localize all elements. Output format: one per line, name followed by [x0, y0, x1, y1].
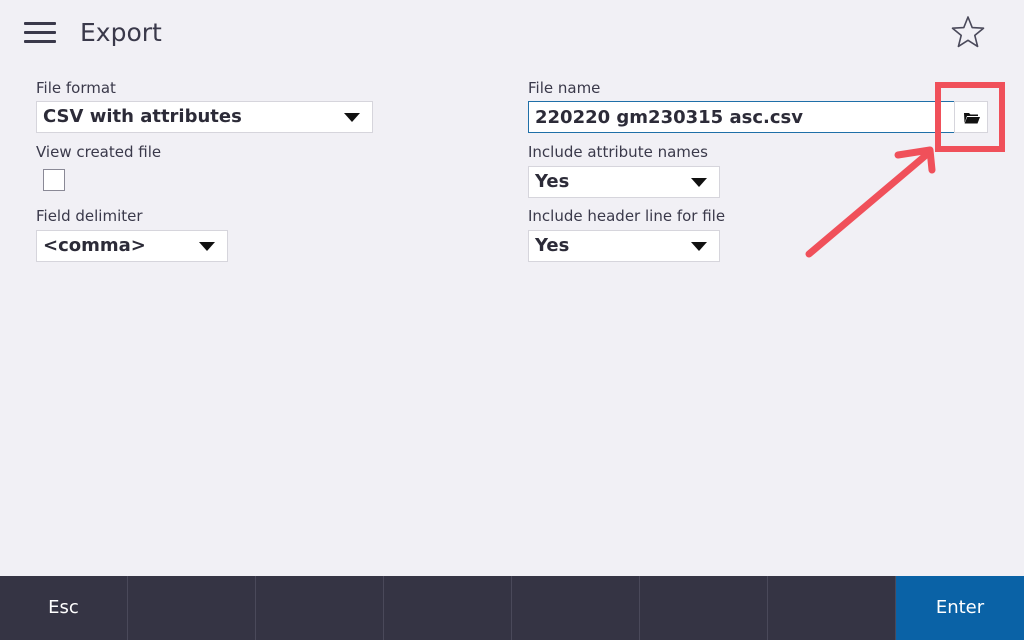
view-created-file-checkbox[interactable] [43, 169, 65, 191]
include-header-line-label: Include header line for file [528, 207, 726, 225]
field-delimiter-label: Field delimiter [36, 207, 143, 225]
annotation-arrow-icon [805, 146, 936, 258]
file-name-input[interactable] [528, 101, 956, 133]
hamburger-bar [24, 31, 56, 34]
softkey-3[interactable] [256, 576, 384, 640]
page-title: Export [80, 18, 162, 47]
enter-button[interactable]: Enter [896, 576, 1024, 640]
file-format-value: CSV with attributes [43, 106, 242, 127]
chevron-down-icon [691, 242, 707, 251]
softkey-4[interactable] [384, 576, 512, 640]
hamburger-bar [24, 22, 56, 25]
view-created-file-label: View created file [36, 143, 162, 161]
folder-icon [964, 113, 980, 124]
softkey-bar: Esc Enter [0, 576, 1024, 640]
include-header-line-select[interactable]: Yes [528, 230, 720, 262]
hamburger-icon[interactable] [24, 22, 56, 44]
chevron-down-icon [199, 242, 215, 251]
chevron-down-icon [344, 113, 360, 122]
include-attribute-names-select[interactable]: Yes [528, 166, 720, 198]
esc-button[interactable]: Esc [0, 576, 128, 640]
app-header: Export [0, 0, 1024, 66]
field-delimiter-select[interactable]: <comma> [36, 230, 228, 262]
softkey-5[interactable] [512, 576, 640, 640]
include-header-line-value: Yes [535, 235, 570, 256]
include-attribute-names-label: Include attribute names [528, 143, 708, 161]
include-attribute-names-value: Yes [535, 171, 570, 192]
browse-folder-button[interactable] [954, 101, 988, 133]
field-delimiter-value: <comma> [43, 235, 146, 256]
softkey-6[interactable] [640, 576, 768, 640]
file-format-select[interactable]: CSV with attributes [36, 101, 373, 133]
chevron-down-icon [691, 178, 707, 187]
softkey-2[interactable] [128, 576, 256, 640]
hamburger-bar [24, 40, 56, 43]
softkey-7[interactable] [768, 576, 896, 640]
file-format-label: File format [36, 79, 116, 97]
file-name-label: File name [528, 79, 601, 97]
star-icon[interactable] [950, 14, 986, 50]
